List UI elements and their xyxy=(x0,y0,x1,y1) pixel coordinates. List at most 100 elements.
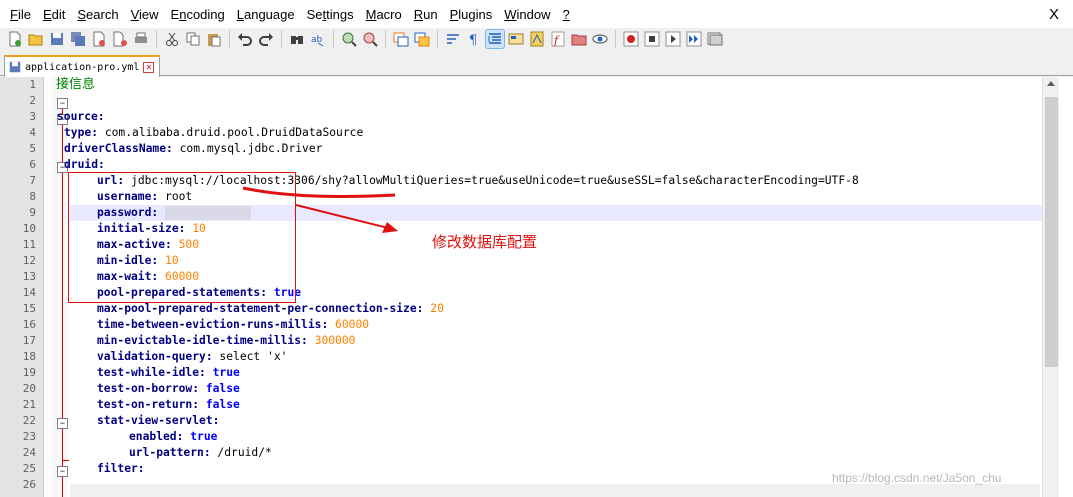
line-number: 10 xyxy=(22,222,36,235)
scroll-thumb[interactable] xyxy=(1045,97,1058,367)
menu-macro[interactable]: Macro xyxy=(360,0,408,28)
line-number: 24 xyxy=(22,446,36,459)
folder-workspace-icon[interactable] xyxy=(570,30,588,48)
yaml-key: test-while-idle: xyxy=(97,366,206,379)
yaml-key: max-pool-prepared-statement-per-connecti… xyxy=(97,302,424,315)
annotation-text: 修改数据库配置 xyxy=(432,233,538,251)
menu-plugins[interactable]: Plugins xyxy=(444,0,499,28)
line-number: 18 xyxy=(22,350,36,363)
monitor-icon[interactable] xyxy=(591,30,609,48)
yaml-value: com.mysql.jdbc.Driver xyxy=(172,142,323,155)
open-file-icon[interactable] xyxy=(27,30,45,48)
menu-settings[interactable]: Settings xyxy=(301,0,360,28)
menu-help[interactable]: ? xyxy=(557,0,576,28)
fold-margin xyxy=(52,77,68,497)
comment-text: 接信息 xyxy=(56,77,96,92)
line-number: 20 xyxy=(22,382,36,395)
yaml-key: druid: xyxy=(64,158,105,171)
save-all-icon[interactable] xyxy=(69,30,87,48)
yaml-key: time-between-eviction-runs-millis: xyxy=(97,318,329,331)
paste-icon[interactable] xyxy=(205,30,223,48)
toolbar-separator xyxy=(229,30,230,48)
udl-icon[interactable] xyxy=(507,30,525,48)
doc-map-icon[interactable] xyxy=(528,30,546,48)
svg-text:ab: ab xyxy=(311,35,323,45)
function-list-icon[interactable]: f xyxy=(549,30,567,48)
fold-toggle-icon[interactable]: − xyxy=(57,466,68,477)
play-macro-icon[interactable] xyxy=(664,30,682,48)
menu-run[interactable]: Run xyxy=(408,0,444,28)
svg-text:¶: ¶ xyxy=(469,33,477,47)
line-number: 5 xyxy=(29,142,36,155)
line-number: 9 xyxy=(29,206,36,219)
yaml-key: url-pattern: xyxy=(129,446,211,459)
tab-close-icon[interactable]: × xyxy=(143,61,155,73)
line-number: 4 xyxy=(29,126,36,139)
fold-toggle-icon[interactable]: − xyxy=(57,98,68,109)
replace-icon[interactable]: ab xyxy=(309,30,327,48)
menu-bar: File Edit Search View Encoding Language … xyxy=(0,0,1073,28)
toolbar-separator xyxy=(615,30,616,48)
vertical-scrollbar[interactable] xyxy=(1042,77,1059,497)
toolbar-separator xyxy=(385,30,386,48)
new-file-icon[interactable] xyxy=(6,30,24,48)
yaml-key: enabled: xyxy=(129,430,184,443)
tab-application-pro-yml[interactable]: application-pro.yml × xyxy=(4,55,160,77)
close-all-icon[interactable] xyxy=(111,30,129,48)
fold-toggle-icon[interactable]: − xyxy=(57,418,68,429)
saved-file-icon xyxy=(9,61,21,73)
menu-search[interactable]: Search xyxy=(71,0,124,28)
line-number: 3 xyxy=(29,110,36,123)
line-number: 1 xyxy=(29,78,36,91)
line-number: 2 xyxy=(29,94,36,107)
menu-view[interactable]: View xyxy=(125,0,165,28)
yaml-key: test-on-return: xyxy=(97,398,200,411)
toolbar-separator xyxy=(156,30,157,48)
sync-v-icon[interactable] xyxy=(392,30,410,48)
stop-record-icon[interactable] xyxy=(643,30,661,48)
print-icon[interactable] xyxy=(132,30,150,48)
toolbar-separator xyxy=(437,30,438,48)
close-icon[interactable] xyxy=(90,30,108,48)
menu-file[interactable]: File xyxy=(4,0,37,28)
menu-language[interactable]: Language xyxy=(231,0,301,28)
wrap-icon[interactable] xyxy=(444,30,462,48)
yaml-key: source: xyxy=(57,110,105,123)
toolbar: ab ¶ f xyxy=(0,28,1073,50)
menu-edit[interactable]: Edit xyxy=(37,0,71,28)
yaml-number: 300000 xyxy=(307,334,356,347)
menu-window[interactable]: Window xyxy=(498,0,556,28)
record-macro-icon[interactable] xyxy=(622,30,640,48)
code-line-24: url-pattern: /druid/* xyxy=(70,445,1042,461)
find-icon[interactable] xyxy=(288,30,306,48)
horizontal-scrollbar[interactable] xyxy=(70,484,1040,497)
line-number: 11 xyxy=(22,238,36,251)
tab-label: application-pro.yml xyxy=(25,61,140,73)
all-chars-icon[interactable]: ¶ xyxy=(465,30,483,48)
undo-icon[interactable] xyxy=(236,30,254,48)
save-macro-icon[interactable] xyxy=(706,30,724,48)
yaml-key: stat-view-servlet: xyxy=(97,414,220,427)
cut-icon[interactable] xyxy=(163,30,181,48)
menu-encoding[interactable]: Encoding xyxy=(165,0,231,28)
yaml-boolean: false xyxy=(199,382,240,395)
scroll-up-icon[interactable] xyxy=(1047,81,1055,86)
redo-icon[interactable] xyxy=(257,30,275,48)
copy-icon[interactable] xyxy=(184,30,202,48)
yaml-key: min-evictable-idle-time-millis: xyxy=(97,334,308,347)
save-icon[interactable] xyxy=(48,30,66,48)
zoom-out-icon[interactable] xyxy=(361,30,379,48)
sync-h-icon[interactable] xyxy=(413,30,431,48)
zoom-in-icon[interactable] xyxy=(340,30,358,48)
code-line-5: driverClassName: com.mysql.jdbc.Driver xyxy=(64,141,1042,157)
code-line-6: druid: xyxy=(64,157,1042,173)
indent-guide-icon[interactable] xyxy=(485,29,505,49)
close-document-button[interactable]: X xyxy=(1049,6,1059,23)
code-line-15: max-pool-prepared-statement-per-connecti… xyxy=(70,301,1042,317)
line-number: 15 xyxy=(22,302,36,315)
code-line-3: source: xyxy=(57,109,1042,125)
line-number: 21 xyxy=(22,398,36,411)
toolbar-separator xyxy=(333,30,334,48)
run-multiple-icon[interactable] xyxy=(685,30,703,48)
line-number: 26 xyxy=(22,478,36,491)
